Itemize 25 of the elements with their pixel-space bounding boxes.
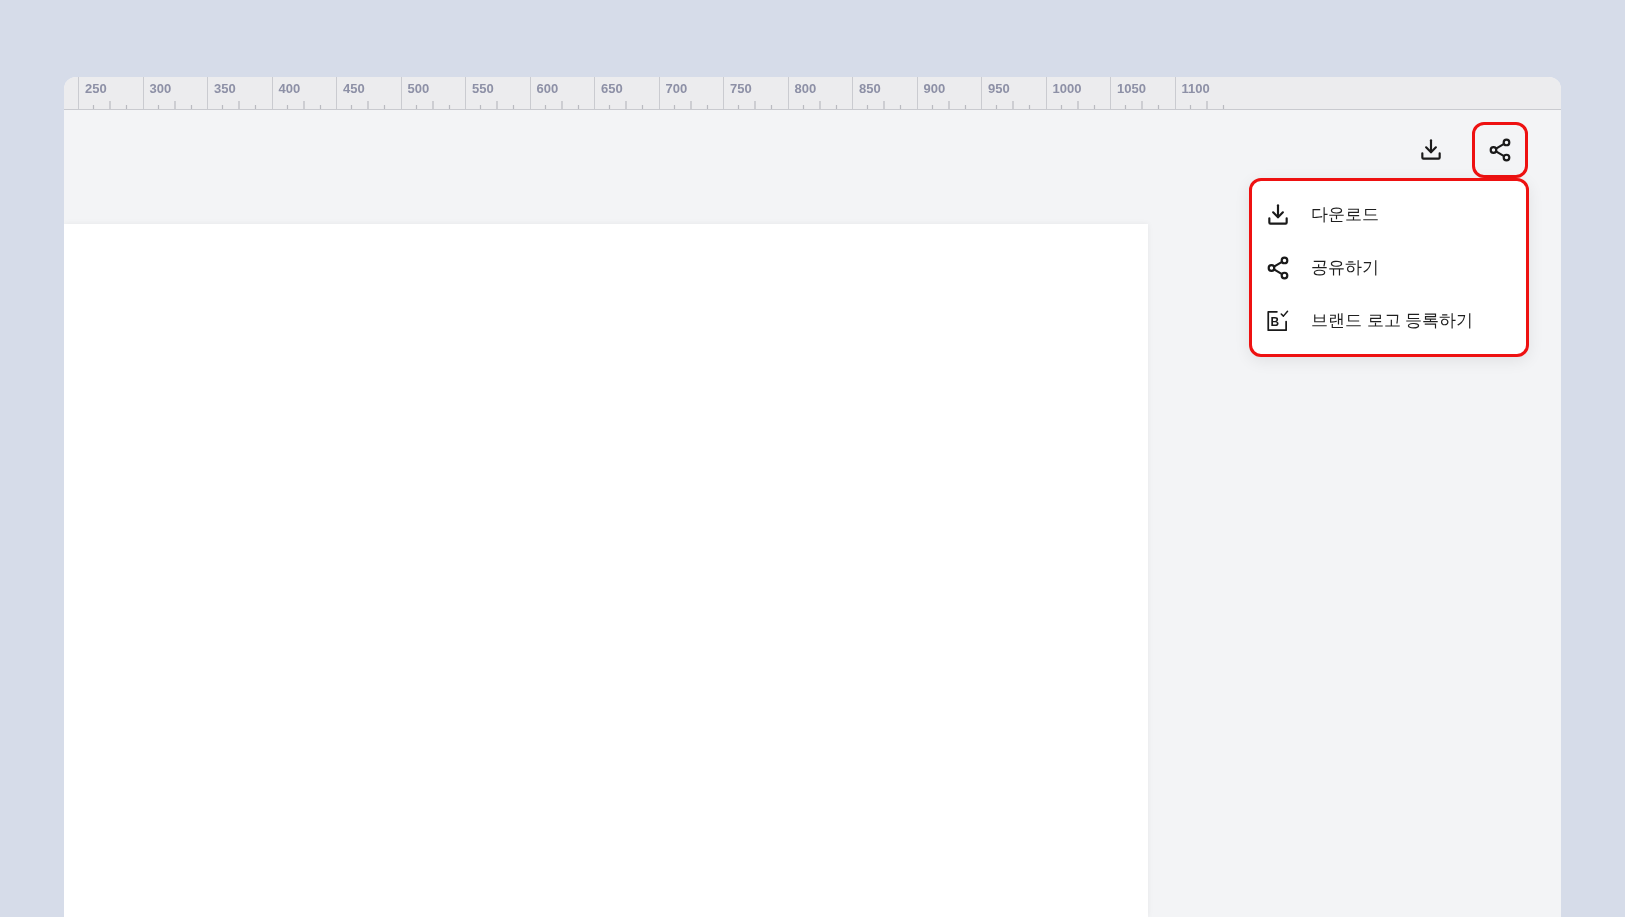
download-icon	[1265, 201, 1291, 228]
ruler-label: 550	[472, 82, 494, 95]
download-icon	[1418, 137, 1444, 163]
menu-item[interactable]: 다운로드	[1252, 188, 1526, 241]
ruler-label: 1100	[1181, 82, 1210, 95]
menu-item[interactable]: B 브랜드 로고 등록하기	[1252, 294, 1526, 347]
ruler-label: 500	[407, 82, 430, 95]
share-icon	[1487, 137, 1513, 163]
ruler-label: 350	[214, 82, 236, 95]
ruler-label: 900	[923, 82, 946, 95]
ruler-label: 1000	[1052, 82, 1082, 95]
ruler-label: 800	[794, 82, 817, 95]
menu-item[interactable]: 공유하기	[1252, 241, 1526, 294]
ruler-label: 400	[278, 82, 301, 95]
ruler-label: 1050	[1117, 82, 1146, 95]
ruler-label: 300	[149, 82, 172, 95]
ruler-label: 600	[536, 82, 559, 95]
ruler-label: 850	[859, 82, 881, 95]
ruler-label: 250	[85, 82, 107, 95]
ruler-label: 950	[988, 82, 1010, 95]
ruler-label: 750	[730, 82, 752, 95]
ruler-label: 650	[601, 82, 623, 95]
share-icon	[1265, 254, 1291, 281]
ruler-label: 450	[343, 82, 365, 95]
ruler-label: 700	[665, 82, 688, 95]
